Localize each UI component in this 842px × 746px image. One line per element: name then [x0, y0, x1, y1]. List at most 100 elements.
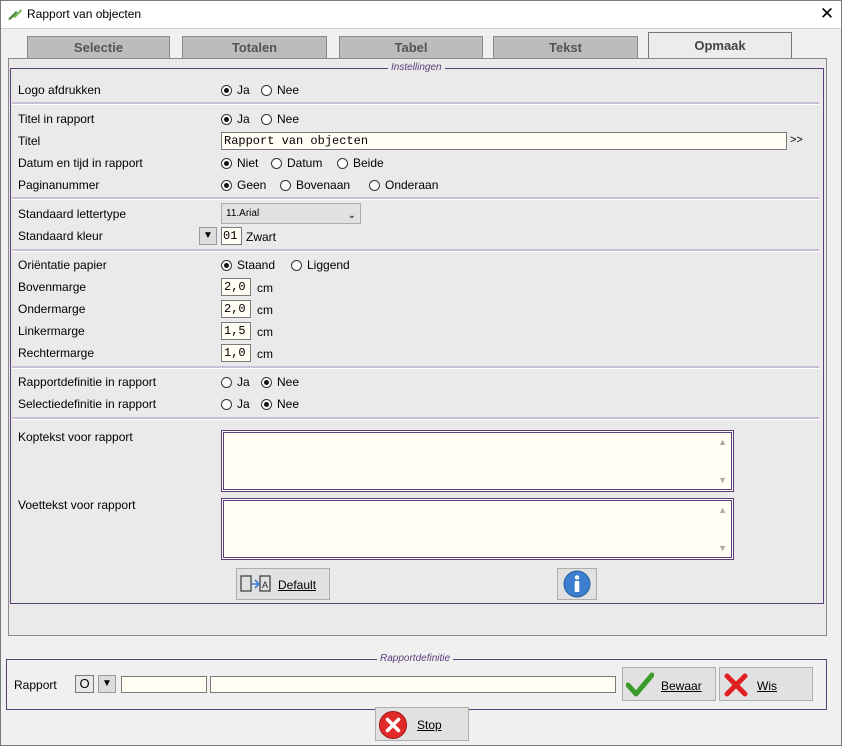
title-in-report-ja-radio[interactable]: Ja: [221, 112, 250, 126]
report-label: Rapport: [14, 678, 57, 692]
logo-ja-radio[interactable]: Ja: [221, 83, 250, 97]
radio-dot: [271, 157, 282, 169]
radio-dot: [221, 398, 232, 410]
title-more-button[interactable]: >>: [790, 134, 803, 146]
pagenumber-label: Paginanummer: [18, 178, 100, 192]
selection-def-ja-radio[interactable]: Ja: [221, 397, 250, 411]
radio-dot: [261, 113, 272, 125]
datetime-label: Datum en tijd in rapport: [18, 156, 143, 170]
save-button[interactable]: Bewaar: [622, 667, 716, 701]
margin-top-label: Bovenmarge: [18, 280, 87, 294]
logo-label: Logo afdrukken: [18, 83, 101, 97]
margin-unit: cm: [257, 303, 273, 317]
separator: [12, 197, 819, 200]
tab-tekst[interactable]: Tekst: [493, 36, 638, 58]
tab-totalen[interactable]: Totalen: [182, 36, 327, 58]
color-code-input[interactable]: 01: [221, 227, 242, 245]
margin-unit: cm: [257, 281, 273, 295]
scroll-up-icon[interactable]: ▲: [718, 505, 727, 515]
radio-dot: [291, 259, 302, 271]
default-button[interactable]: A Default: [236, 568, 330, 600]
header-text-area[interactable]: ▲ ▼: [221, 430, 734, 492]
margin-bottom-label: Ondermarge: [18, 302, 86, 316]
close-icon[interactable]: ✕: [813, 3, 841, 25]
radio-dot: [221, 376, 232, 388]
margin-top-input[interactable]: 2,0: [221, 278, 251, 296]
check-icon: [626, 672, 654, 697]
color-label: Standaard kleur: [18, 229, 103, 243]
title-in-report-label: Titel in rapport: [18, 112, 95, 126]
radio-dot: [221, 84, 232, 96]
chevron-down-icon: ⌄: [347, 210, 356, 221]
window-title: Rapport van objecten: [27, 7, 142, 21]
pagenumber-geen-radio[interactable]: Geen: [221, 178, 266, 192]
settings-legend: Instellingen: [388, 62, 445, 73]
footer-text-label: Voettekst voor rapport: [18, 498, 136, 512]
separator: [12, 366, 819, 369]
header-text-label: Koptekst voor rapport: [18, 430, 133, 444]
orientation-label: Oriëntatie papier: [18, 258, 107, 272]
report-window: Rapport van objecten ✕ Selectie Totalen …: [0, 0, 842, 746]
stop-button-label: Stop: [417, 718, 442, 732]
logo-nee-radio[interactable]: Nee: [261, 83, 299, 97]
title-label: Titel: [18, 134, 41, 148]
x-icon: [724, 673, 748, 697]
default-button-label: Default: [278, 578, 317, 592]
stop-icon: [379, 711, 407, 739]
tab-tabel[interactable]: Tabel: [339, 36, 483, 58]
clear-button[interactable]: Wis: [719, 667, 813, 701]
orientation-liggend-radio[interactable]: Liggend: [291, 258, 350, 272]
font-select[interactable]: 11.Arial ⌄: [221, 203, 361, 224]
margin-left-input[interactable]: 1,5: [221, 322, 251, 340]
separator: [12, 249, 819, 252]
stop-button[interactable]: Stop: [375, 707, 469, 741]
scroll-down-icon[interactable]: ▼: [718, 543, 727, 553]
selection-def-nee-radio[interactable]: Nee: [261, 397, 299, 411]
report-field2-input[interactable]: [210, 676, 616, 693]
pagenumber-onderaan-radio[interactable]: Onderaan: [369, 178, 438, 192]
info-button[interactable]: [557, 568, 597, 600]
datetime-niet-radio[interactable]: Niet: [221, 156, 258, 170]
datetime-datum-radio[interactable]: Datum: [271, 156, 322, 170]
report-code-input[interactable]: O: [75, 675, 94, 693]
title-input[interactable]: Rapport van objecten: [221, 132, 787, 150]
scroll-up-icon[interactable]: ▲: [718, 437, 727, 447]
radio-dot: [261, 84, 272, 96]
margin-bottom-input[interactable]: 2,0: [221, 300, 251, 318]
tab-opmaak[interactable]: Opmaak: [648, 32, 792, 59]
margin-left-label: Linkermarge: [18, 324, 85, 338]
radio-dot: [280, 179, 291, 191]
info-icon: [563, 570, 591, 598]
selection-def-label: Selectiedefinitie in rapport: [18, 397, 157, 411]
color-name: Zwart: [246, 230, 276, 244]
scroll-down-icon[interactable]: ▼: [718, 475, 727, 485]
clear-button-label: Wis: [757, 679, 777, 693]
radio-dot: [261, 376, 272, 388]
font-label: Standaard lettertype: [18, 207, 127, 221]
radio-dot: [261, 398, 272, 410]
radio-dot: [369, 179, 380, 191]
radio-dot: [221, 259, 232, 271]
report-def-nee-radio[interactable]: Nee: [261, 375, 299, 389]
radio-dot: [337, 157, 348, 169]
report-definition-legend: Rapportdefinitie: [377, 653, 454, 664]
orientation-staand-radio[interactable]: Staand: [221, 258, 275, 272]
datetime-beide-radio[interactable]: Beide: [337, 156, 384, 170]
footer-text-area[interactable]: ▲ ▼: [221, 498, 734, 560]
margin-right-input[interactable]: 1,0: [221, 344, 251, 362]
separator: [12, 417, 819, 420]
pagenumber-bovenaan-radio[interactable]: Bovenaan: [280, 178, 350, 192]
report-def-ja-radio[interactable]: Ja: [221, 375, 250, 389]
report-dropdown-button[interactable]: ▼: [98, 675, 116, 693]
app-icon: [8, 9, 22, 20]
tab-selectie[interactable]: Selectie: [27, 36, 170, 58]
separator: [12, 102, 819, 105]
margin-right-label: Rechtermarge: [18, 346, 95, 360]
save-button-label: Bewaar: [661, 679, 702, 693]
report-field1-input[interactable]: [121, 676, 207, 693]
color-dropdown-button[interactable]: ▼: [199, 227, 217, 245]
report-def-label: Rapportdefinitie in rapport: [18, 375, 157, 389]
radio-dot: [221, 179, 232, 191]
radio-dot: [221, 113, 232, 125]
title-in-report-nee-radio[interactable]: Nee: [261, 112, 299, 126]
